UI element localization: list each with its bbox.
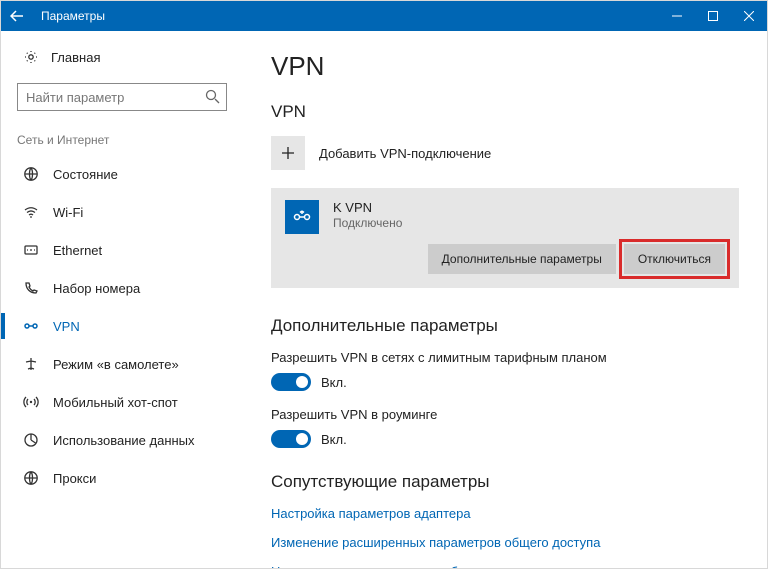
toggle-switch-icon (271, 430, 311, 448)
vpn-connection-info: K VPN Подключено (333, 200, 402, 230)
option-roaming-label: Разрешить VPN в роуминге (271, 407, 739, 422)
toggle-state-label: Вкл. (321, 432, 347, 447)
vpn-icon (285, 200, 319, 234)
plus-icon (271, 136, 305, 170)
advanced-header: Дополнительные параметры (271, 316, 739, 336)
vpn-connection-status: Подключено (333, 216, 402, 230)
sidebar-item-label: Использование данных (53, 433, 195, 448)
sidebar-item-label: Ethernet (53, 243, 102, 258)
related-header: Сопутствующие параметры (271, 472, 739, 492)
sidebar-item-label: Прокси (53, 471, 96, 486)
sidebar-item-datausage[interactable]: Использование данных (1, 421, 243, 459)
settings-window: Параметры Главная Сеть и Интернет Состоя… (0, 0, 768, 569)
sidebar-item-label: Состояние (53, 167, 118, 182)
add-vpn-label: Добавить VPN-подключение (319, 146, 491, 161)
window-title: Параметры (33, 9, 659, 23)
sidebar-item-airplane[interactable]: Режим «в самолете» (1, 345, 243, 383)
titlebar: Параметры (1, 1, 767, 31)
option-metered-label: Разрешить VPN в сетях с лимитным тарифны… (271, 350, 739, 365)
vpn-connection-name: K VPN (333, 200, 402, 215)
advanced-options-button[interactable]: Дополнительные параметры (428, 244, 616, 274)
related-section: Сопутствующие параметры Настройка параме… (271, 472, 739, 568)
toggle-metered[interactable]: Вкл. (271, 373, 739, 391)
advanced-section: Дополнительные параметры Разрешить VPN в… (271, 316, 739, 448)
vpn-connection-buttons: Дополнительные параметры Отключиться (271, 244, 739, 274)
search-input[interactable] (17, 83, 227, 111)
sidebar-item-proxy[interactable]: Прокси (1, 459, 243, 497)
home-button[interactable]: Главная (1, 41, 243, 73)
window-body: Главная Сеть и Интернет Состояние Wi-Fi (1, 31, 767, 568)
toggle-roaming[interactable]: Вкл. (271, 430, 739, 448)
page-title: VPN (271, 51, 739, 82)
maximize-button[interactable] (695, 1, 731, 31)
vpn-connection-item[interactable]: K VPN Подключено Дополнительные параметр… (271, 188, 739, 288)
toggle-switch-icon (271, 373, 311, 391)
search-icon (205, 89, 220, 107)
sidebar-item-label: Набор номера (53, 281, 140, 296)
vpn-connection-header: K VPN Подключено (271, 188, 739, 244)
sidebar-item-wifi[interactable]: Wi-Fi (1, 193, 243, 231)
sidebar-item-ethernet[interactable]: Ethernet (1, 231, 243, 269)
sidebar-item-dialup[interactable]: Набор номера (1, 269, 243, 307)
sidebar-item-hotspot[interactable]: Мобильный хот-спот (1, 383, 243, 421)
vpn-section-header: VPN (271, 102, 739, 122)
minimize-button[interactable] (659, 1, 695, 31)
sidebar-category: Сеть и Интернет (1, 123, 243, 155)
disconnect-button[interactable]: Отключиться (624, 244, 725, 274)
add-vpn-button[interactable]: Добавить VPN-подключение (271, 136, 739, 170)
option-metered: Разрешить VPN в сетях с лимитным тарифны… (271, 350, 739, 391)
link-network-center[interactable]: Центр управления сетями и общим доступом (271, 564, 739, 568)
sidebar-nav: Состояние Wi-Fi Ethernet Набор номера VP… (1, 155, 243, 497)
sidebar-item-status[interactable]: Состояние (1, 155, 243, 193)
back-button[interactable] (1, 1, 33, 31)
sidebar-item-label: Режим «в самолете» (53, 357, 179, 372)
sidebar-item-label: Мобильный хот-спот (53, 395, 178, 410)
option-roaming: Разрешить VPN в роуминге Вкл. (271, 407, 739, 448)
toggle-state-label: Вкл. (321, 375, 347, 390)
search-wrap (17, 83, 227, 111)
sidebar: Главная Сеть и Интернет Состояние Wi-Fi (1, 31, 243, 568)
home-label: Главная (51, 50, 100, 65)
window-controls (659, 1, 767, 31)
link-adapter-settings[interactable]: Настройка параметров адаптера (271, 506, 739, 521)
link-sharing-settings[interactable]: Изменение расширенных параметров общего … (271, 535, 739, 550)
sidebar-item-label: VPN (53, 319, 80, 334)
sidebar-item-vpn[interactable]: VPN (1, 307, 243, 345)
close-button[interactable] (731, 1, 767, 31)
main-pane: VPN VPN Добавить VPN-подключение K VPN П… (243, 31, 767, 568)
sidebar-item-label: Wi-Fi (53, 205, 83, 220)
